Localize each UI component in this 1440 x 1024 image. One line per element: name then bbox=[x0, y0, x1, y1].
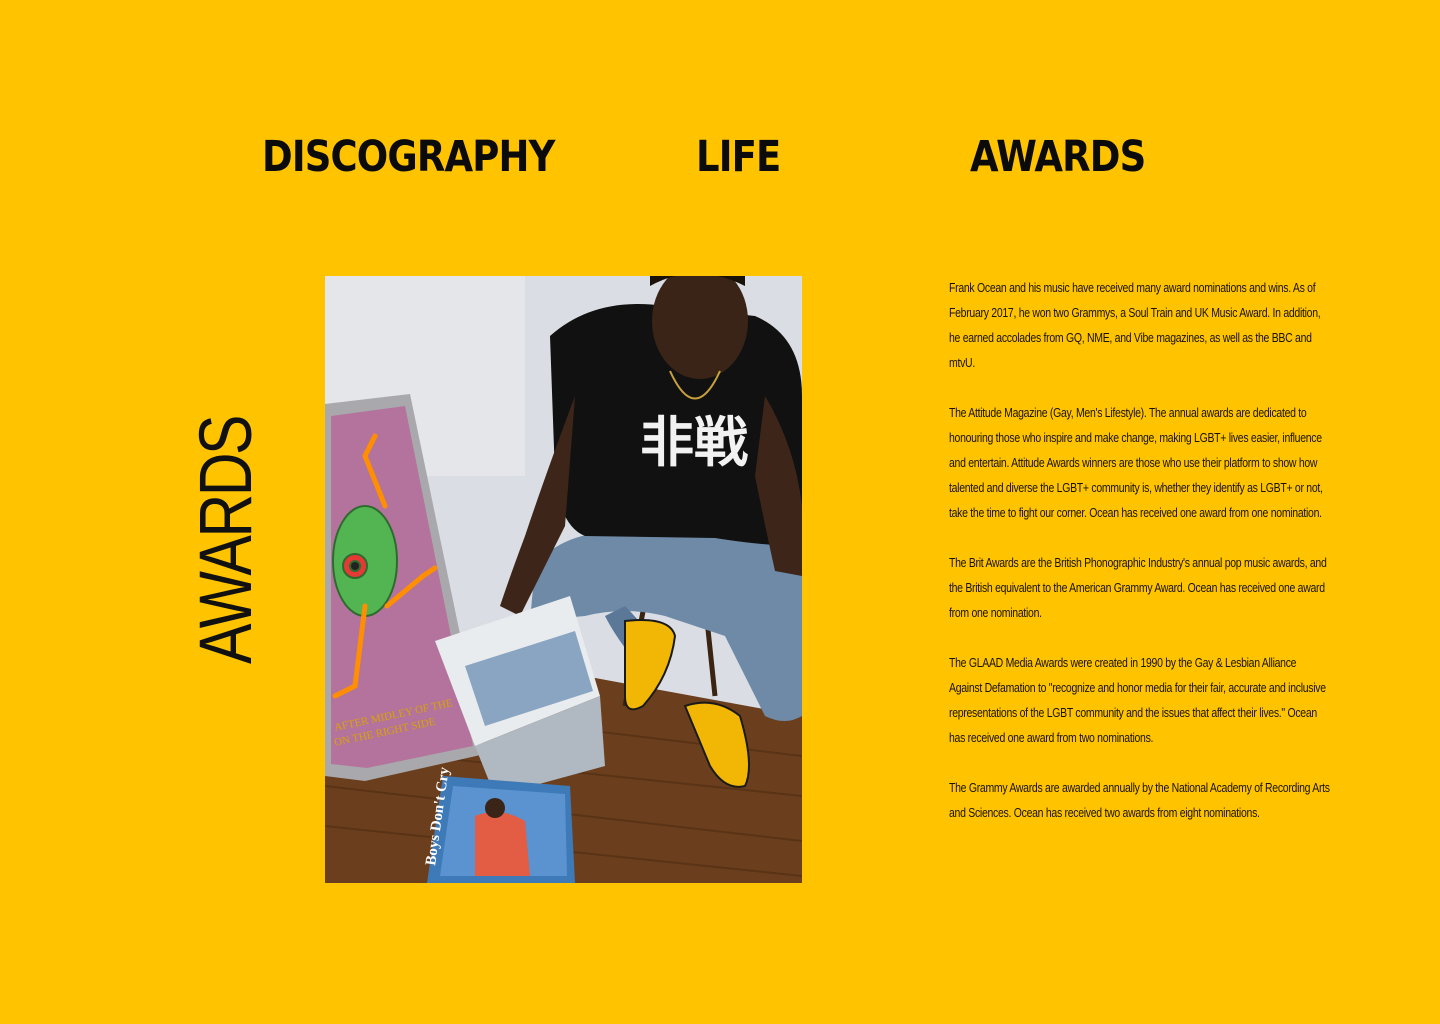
nav-discography[interactable]: DISCOGRAPHY bbox=[262, 128, 555, 186]
section-title-text: AWARDS bbox=[184, 416, 267, 664]
nav-awards[interactable]: AWARDS bbox=[970, 128, 1146, 186]
hero-photo: AFTER MIDLEY OF THE ON THE RIGHT SIDE 非戦 bbox=[325, 276, 802, 883]
paragraph-glaad: The GLAAD Media Awards were created in 1… bbox=[949, 656, 1326, 745]
paragraph-intro: Frank Ocean and his music have received … bbox=[949, 281, 1321, 370]
top-nav: DISCOGRAPHY LIFE AWARDS bbox=[0, 128, 1440, 188]
paragraph-grammy: The Grammy Awards are awarded annually b… bbox=[949, 781, 1330, 820]
shirt-graphic: 非戦 bbox=[640, 411, 748, 474]
paragraph-brit: The Brit Awards are the British Phonogra… bbox=[949, 556, 1327, 620]
nav-life[interactable]: LIFE bbox=[696, 128, 781, 186]
poster-frog bbox=[332, 505, 398, 617]
section-title: AWARDS bbox=[184, 417, 267, 664]
awards-text: Frank Ocean and his music have received … bbox=[949, 276, 1334, 851]
paragraph-attitude: The Attitude Magazine (Gay, Men's Lifest… bbox=[949, 406, 1323, 520]
